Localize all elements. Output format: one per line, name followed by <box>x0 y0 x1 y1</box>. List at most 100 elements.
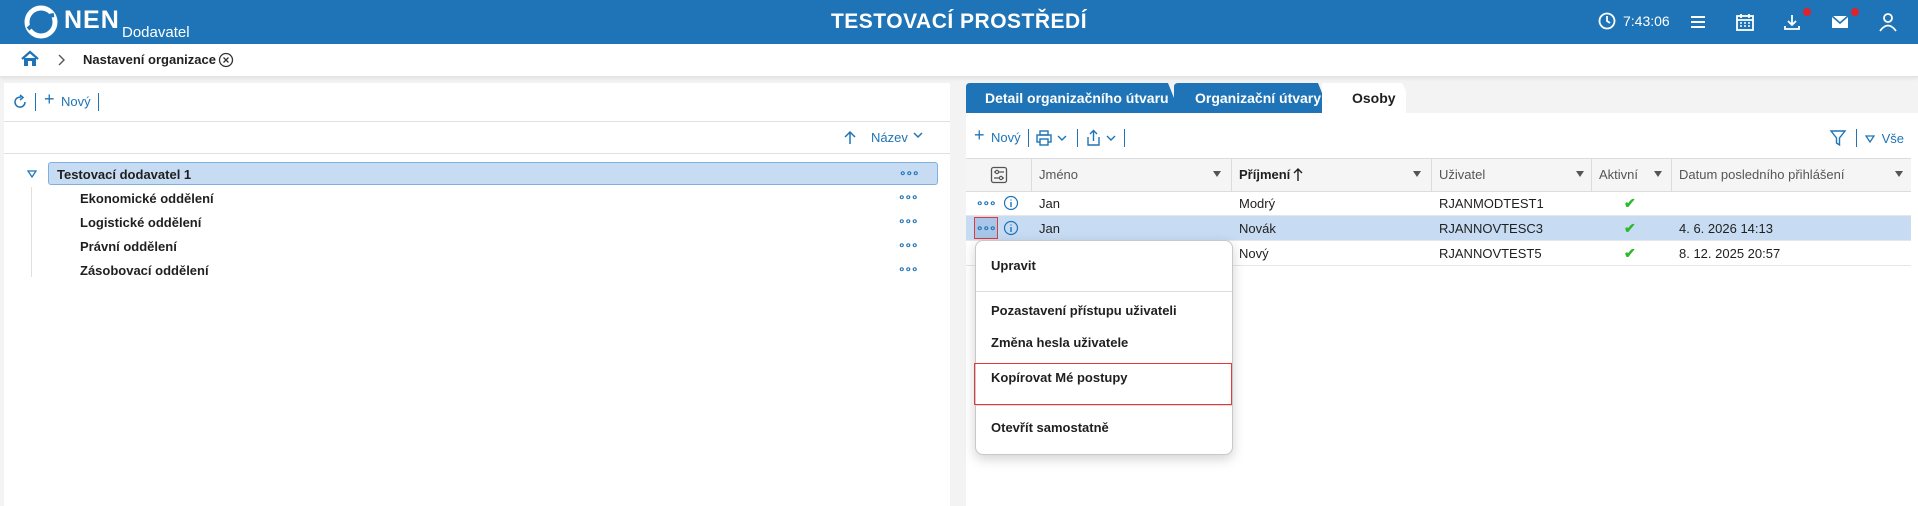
tree-node-child[interactable]: Ekonomické oddělení <box>80 191 214 206</box>
menu-item-suspend-access[interactable]: Pozastavení přístupu uživateli <box>991 303 1177 318</box>
clock-icon <box>1598 12 1616 30</box>
export-icon[interactable] <box>1085 129 1119 147</box>
table-row[interactable]: ∘∘∘ Jan Modrý RJANMODTEST1 ✔ <box>966 191 1911 216</box>
column-header-jmeno[interactable]: Jméno <box>1039 167 1078 182</box>
grid-header: Jméno Příjmení Uživatel Aktivní Datum po… <box>966 158 1911 192</box>
column-settings-icon[interactable] <box>990 166 1008 184</box>
chevron-down-icon <box>913 132 924 139</box>
tree-line <box>31 187 32 277</box>
breadcrumb: Nastavení organizace <box>0 44 1918 77</box>
info-icon[interactable] <box>1003 195 1019 211</box>
checkmark-icon: ✔ <box>1624 195 1636 211</box>
column-separator <box>1431 159 1432 191</box>
column-header-datum[interactable]: Datum posledního přihlášení <box>1679 167 1845 182</box>
column-filter-icon[interactable] <box>1576 171 1584 177</box>
checkmark-icon: ✔ <box>1624 220 1636 236</box>
more-options-icon[interactable]: ∘∘∘ <box>898 190 919 204</box>
toolbar-separator <box>1856 129 1857 147</box>
column-filter-icon[interactable] <box>1654 171 1662 177</box>
info-icon[interactable] <box>1003 220 1019 236</box>
tab-detail[interactable]: Detail organizačního útvaru <box>985 83 1169 113</box>
tree-node-child[interactable]: Zásobovací oddělení <box>80 263 209 278</box>
sort-asc-icon <box>1293 168 1303 181</box>
sort-dropdown[interactable]: Název <box>871 130 924 145</box>
filter-icon[interactable] <box>1829 129 1847 147</box>
top-bar: NEN Dodavatel TESTOVACÍ PROSTŘEDÍ 7:43:0… <box>0 0 1918 44</box>
tab-persons[interactable]: Osoby <box>1352 83 1396 113</box>
more-options-icon[interactable]: ∘∘∘ <box>899 166 920 180</box>
mail-icon[interactable] <box>1829 11 1851 33</box>
cell-uzivatel: RJANMODTEST1 <box>1439 196 1544 211</box>
menu-icon[interactable] <box>1687 11 1709 33</box>
divider <box>4 153 950 154</box>
cell-prijmeni: Modrý <box>1239 196 1276 211</box>
divider <box>4 121 950 122</box>
cell-datum: 8. 12. 2025 20:57 <box>1679 246 1781 261</box>
column-separator <box>1231 159 1232 191</box>
more-options-icon[interactable]: ∘∘∘ <box>898 262 919 276</box>
column-filter-icon[interactable] <box>1895 171 1903 177</box>
column-separator <box>1671 159 1672 191</box>
cell-prijmeni: Novák <box>1239 221 1276 236</box>
menu-separator <box>976 291 1232 292</box>
home-icon[interactable] <box>20 50 40 68</box>
column-header-uzivatel[interactable]: Uživatel <box>1439 167 1485 182</box>
filter-all-dropdown[interactable]: Vše <box>1864 131 1905 146</box>
download-icon[interactable] <box>1781 11 1803 33</box>
expand-triangle-icon[interactable] <box>27 170 37 178</box>
cell-uzivatel: RJANNOVTEST5 <box>1439 246 1542 261</box>
column-separator <box>1031 159 1032 191</box>
cell-jmeno: Jan <box>1039 196 1060 211</box>
checkmark-icon: ✔ <box>1624 245 1636 261</box>
toolbar-separator <box>98 93 99 111</box>
more-options-icon[interactable]: ∘∘∘ <box>898 238 919 252</box>
refresh-icon[interactable] <box>12 94 28 110</box>
menu-item-copy-procedures[interactable]: Kopírovat Mé postupy <box>991 370 1128 385</box>
plus-icon: + <box>44 89 55 109</box>
cell-uzivatel: RJANNOVTESC3 <box>1439 221 1544 236</box>
table-row-selected[interactable]: ∘∘∘ Jan Novák RJANNOVTESC3 ✔ 4. 6. 2026 … <box>966 216 1911 241</box>
toolbar-separator <box>35 93 36 111</box>
user-icon[interactable] <box>1877 11 1899 33</box>
close-icon[interactable] <box>218 52 234 68</box>
column-header-prijmeni[interactable]: Příjmení <box>1239 167 1290 182</box>
more-options-icon[interactable]: ∘∘∘ <box>898 214 919 228</box>
more-options-icon[interactable]: ∘∘∘ <box>976 221 997 235</box>
breadcrumb-current: Nastavení organizace <box>83 52 216 67</box>
menu-separator <box>976 405 1232 406</box>
cell-datum: 4. 6. 2026 14:13 <box>1679 221 1773 236</box>
context-menu: Upravit Pozastavení přístupu uživateli Z… <box>974 240 1233 455</box>
toolbar-separator <box>1077 129 1078 147</box>
tree-node-root[interactable]: Testovací dodavatel 1 ∘∘∘ <box>48 162 938 185</box>
chevron-right-icon <box>58 54 65 66</box>
org-tree-panel <box>4 83 950 506</box>
menu-item-edit[interactable]: Upravit <box>991 258 1036 273</box>
tree-node-label: Testovací dodavatel 1 <box>57 167 192 182</box>
notification-dot <box>1803 8 1811 16</box>
cell-jmeno: Jan <box>1039 221 1060 236</box>
cell-prijmeni: Nový <box>1239 246 1269 261</box>
column-separator <box>1591 159 1592 191</box>
print-icon[interactable] <box>1036 130 1070 146</box>
sort-asc-icon[interactable] <box>843 130 857 146</box>
session-time: 7:43:06 <box>1623 13 1670 29</box>
triangle-down-icon <box>1864 135 1876 144</box>
menu-item-open-separately[interactable]: Otevřít samostatně <box>991 420 1109 435</box>
column-header-aktivni[interactable]: Aktivní <box>1599 167 1638 182</box>
notification-dot <box>1851 8 1859 16</box>
menu-item-change-password[interactable]: Změna hesla uživatele <box>991 335 1128 350</box>
column-filter-icon[interactable] <box>1413 171 1421 177</box>
calendar-icon[interactable] <box>1734 11 1756 33</box>
toolbar-separator <box>1124 129 1125 147</box>
new-button-label: Nový <box>991 130 1021 145</box>
column-filter-icon[interactable] <box>1213 171 1221 177</box>
plus-icon: + <box>974 125 985 145</box>
more-options-icon[interactable]: ∘∘∘ <box>976 196 997 210</box>
tab-org-units[interactable]: Organizační útvary <box>1195 83 1321 113</box>
toolbar-separator <box>1028 129 1029 147</box>
tree-node-child[interactable]: Právní oddělení <box>80 239 177 254</box>
filter-all-label: Vše <box>1881 131 1905 146</box>
tree-node-child[interactable]: Logistické oddělení <box>80 215 201 230</box>
sort-label: Název <box>871 130 908 145</box>
new-button-label: Nový <box>61 94 91 109</box>
